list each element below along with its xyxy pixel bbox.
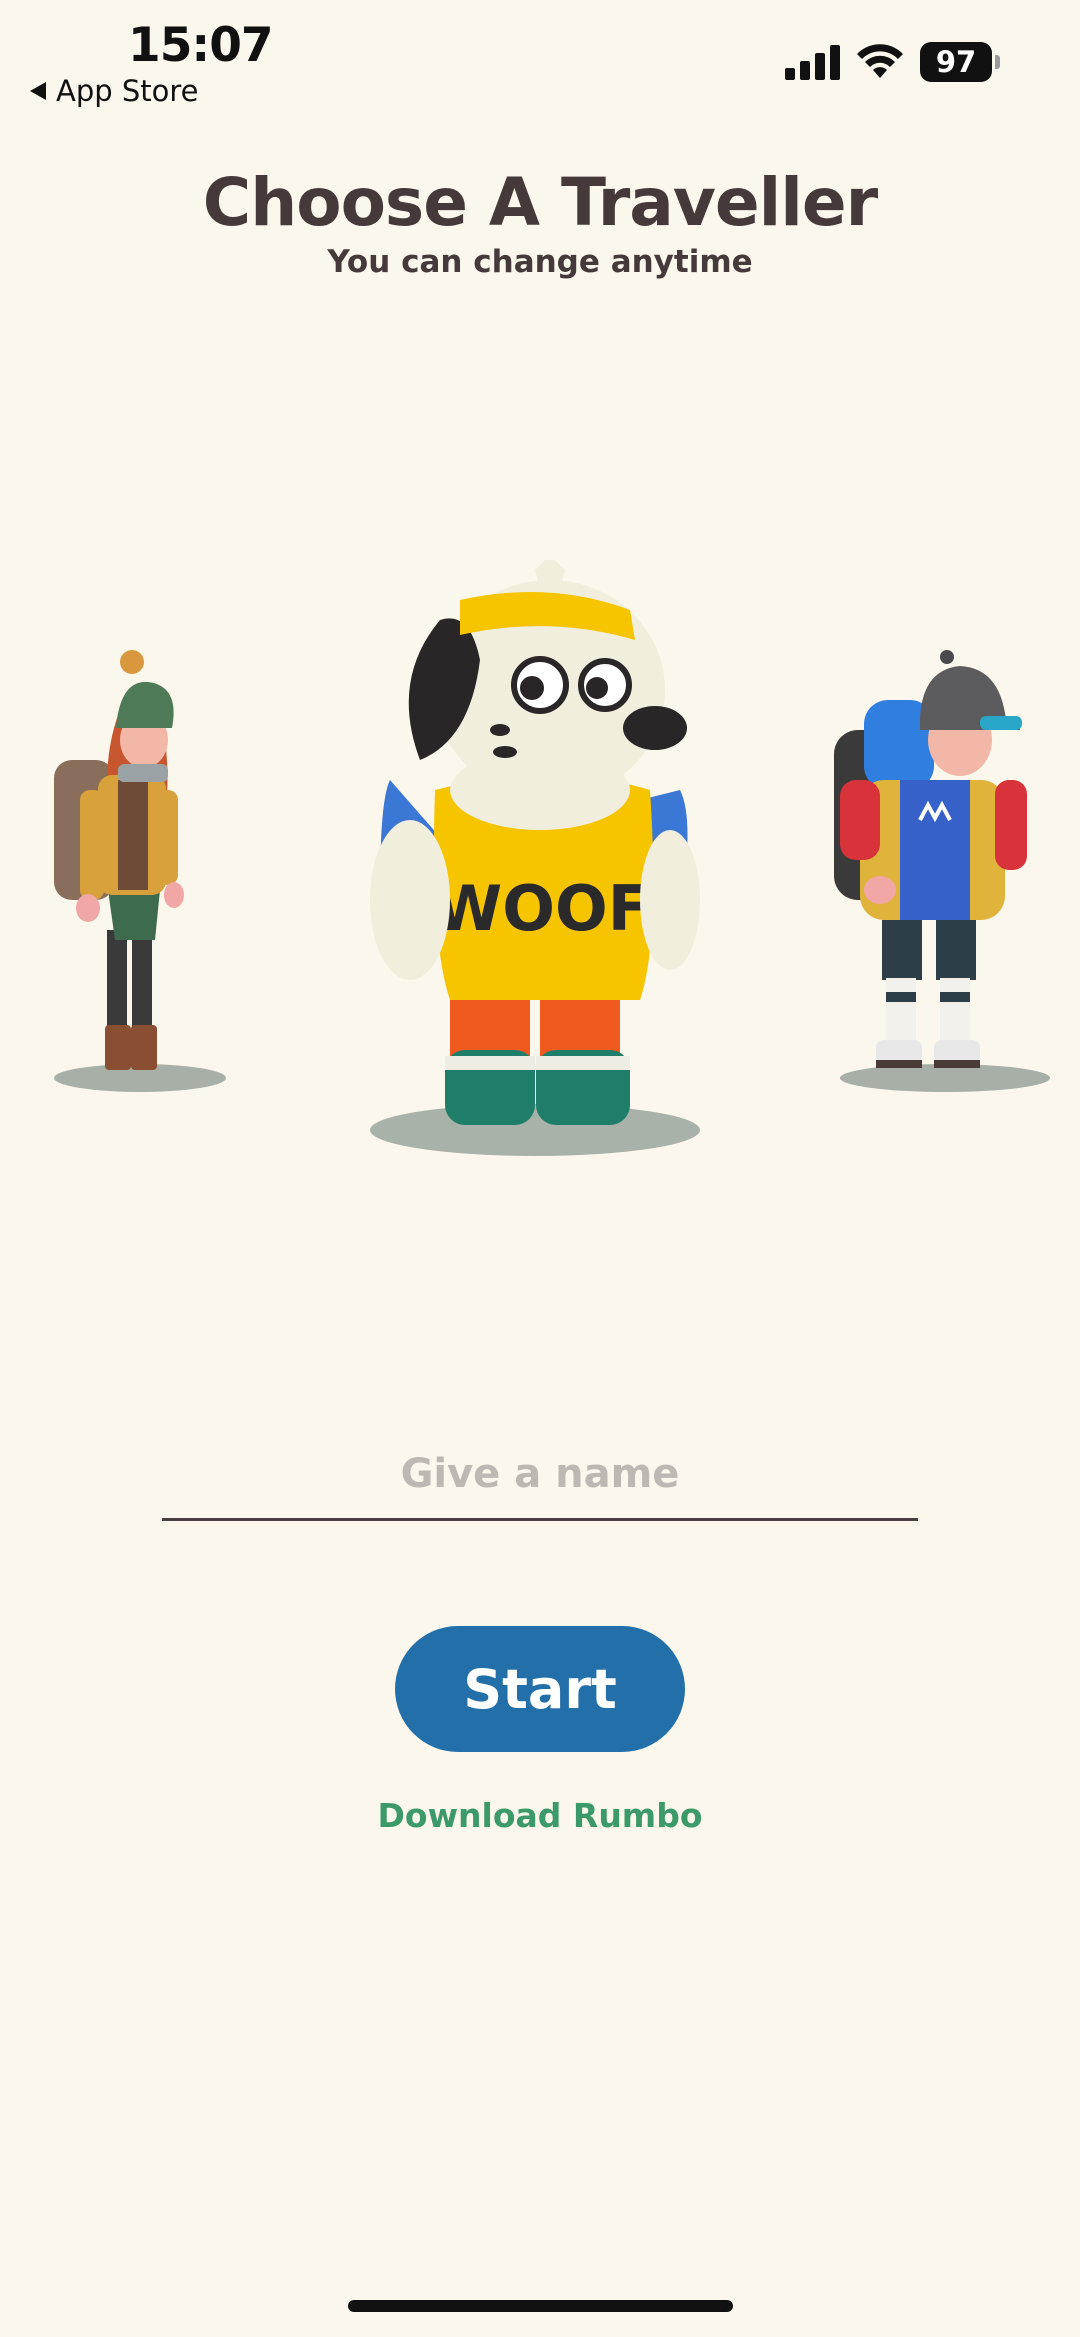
traveller-dog[interactable]: WOOF bbox=[350, 560, 730, 1180]
page-title: Choose A Traveller bbox=[202, 164, 878, 241]
home-indicator[interactable] bbox=[348, 2300, 733, 2312]
traveller-name-input[interactable] bbox=[162, 1430, 918, 1521]
start-button[interactable]: Start bbox=[395, 1626, 685, 1752]
back-to-app-store[interactable]: App Store bbox=[30, 74, 199, 108]
woof-shirt-text: WOOF bbox=[434, 872, 650, 945]
traveller-girl[interactable] bbox=[40, 640, 240, 1100]
page-subtitle: You can change anytime bbox=[327, 244, 753, 280]
choose-traveller-screen: 15:07 App Store 97 Choose A Traveller Yo… bbox=[0, 0, 1080, 2337]
wifi-icon bbox=[857, 44, 903, 78]
back-label: App Store bbox=[56, 74, 199, 108]
battery-icon: 97 bbox=[920, 42, 1000, 82]
status-time: 15:07 bbox=[128, 18, 274, 73]
status-indicators: 97 bbox=[785, 42, 1000, 82]
back-arrow-icon bbox=[30, 82, 46, 100]
traveller-boy[interactable] bbox=[820, 640, 1060, 1100]
download-rumbo-link[interactable]: Download Rumbo bbox=[0, 1796, 1080, 1835]
battery-level: 97 bbox=[920, 42, 992, 82]
cellular-signal-icon bbox=[785, 44, 840, 80]
